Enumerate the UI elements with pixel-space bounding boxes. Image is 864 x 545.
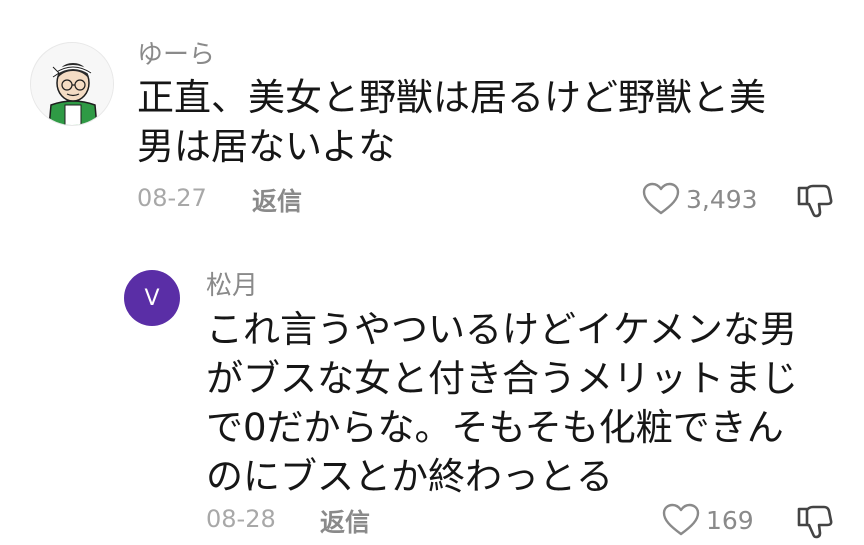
- dislike-button[interactable]: [795, 182, 833, 224]
- comment-date: 08-28: [206, 505, 276, 533]
- comment-text-line: 男は居ないよな: [137, 125, 396, 168]
- comment-text-line: のにブスとか終わっとる: [206, 455, 613, 498]
- comment-text-line: で0だからな。そもそも化粧できん: [206, 406, 784, 449]
- comment-username[interactable]: ゆーら: [137, 34, 215, 71]
- reply-button[interactable]: 返信: [252, 182, 302, 218]
- avatar[interactable]: V: [124, 270, 180, 326]
- like-button[interactable]: 169: [662, 503, 754, 537]
- avatar-letter: V: [144, 285, 160, 311]
- comment-text-line: 正直、美女と野獣は居るけど野獣と美: [137, 76, 766, 119]
- thumbs-down-icon: [797, 184, 833, 218]
- comment-item: ゆーら 正直、美女と野獣は居るけど野獣と美 男は居ないよな 08-27 返信 3…: [0, 0, 864, 240]
- dislike-button[interactable]: [795, 503, 833, 545]
- comment-text-line: これ言うやついるけどイケメンな男: [206, 308, 797, 351]
- avatar[interactable]: [30, 42, 114, 126]
- like-count: 3,493: [686, 184, 758, 214]
- comment-date: 08-27: [137, 184, 207, 212]
- comment-text-line: がブスな女と付き合うメリットまじ: [206, 357, 798, 400]
- comment-username[interactable]: 松月: [206, 265, 258, 302]
- comment-item: V 松月 これ言うやついるけどイケメンな男 がブスな女と付き合うメリットまじ で…: [0, 250, 864, 540]
- heart-icon: [662, 503, 700, 536]
- cartoon-avatar-icon: [31, 43, 113, 125]
- reply-button[interactable]: 返信: [320, 503, 370, 539]
- heart-icon: [642, 182, 680, 215]
- like-button[interactable]: 3,493: [642, 182, 758, 216]
- like-count: 169: [706, 505, 754, 535]
- thumbs-down-icon: [797, 505, 833, 539]
